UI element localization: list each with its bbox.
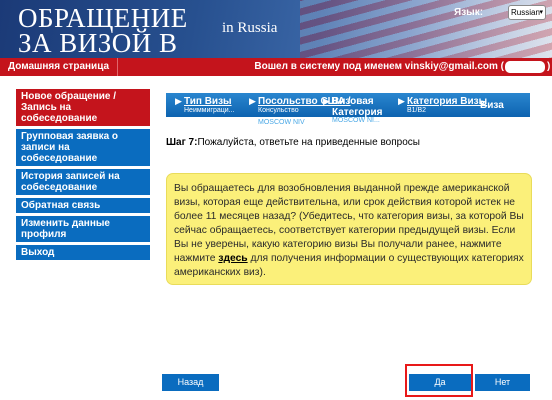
- chevron-right-icon: ▶: [323, 96, 330, 106]
- step-name: Виза: [480, 100, 504, 111]
- question-step-number: Шаг 7:: [166, 137, 198, 148]
- top-nav-bar: Домашняя страница Вошел в систему под им…: [0, 58, 552, 76]
- question-text: Пожалуйста, ответьте на приведенные вопр…: [197, 137, 420, 148]
- yes-button-highlight: [405, 364, 473, 397]
- logged-in-status: Вошел в систему под именем vinskiy@gmail…: [254, 61, 504, 72]
- language-select[interactable]: Russian ▾: [508, 5, 546, 20]
- step-value: Неиммиграци...: [184, 107, 235, 114]
- step-value-secondary: MOSCOW NIV: [258, 119, 305, 126]
- step-visa-category[interactable]: ▶ Визовая Категория MOSCOW NI...: [323, 93, 394, 124]
- step-name: Визовая Категория: [332, 96, 383, 118]
- sidebar-item-logout[interactable]: Выход: [16, 245, 150, 260]
- sidebar-item-feedback[interactable]: Обратная связь: [16, 198, 150, 213]
- step-visa-type[interactable]: ▶ Тип Визы Неиммиграци...: [175, 93, 235, 117]
- sidebar-menu: Новое обращение / Запись на собеседовани…: [16, 89, 150, 263]
- step-visa-class[interactable]: ▶ Категория Визы B1/B2: [398, 93, 488, 117]
- header-banner: ОБРАЩЕНИЕ ЗА ВИЗОЙ В США in Russia Язык:…: [0, 0, 552, 58]
- renewal-question-box: Вы обращаетесь для возобновления выданно…: [166, 173, 532, 285]
- chevron-right-icon: ▶: [249, 96, 256, 106]
- chevron-down-icon: ▾: [539, 9, 543, 16]
- step-name: Категория Визы: [407, 96, 488, 107]
- step-name: Тип Визы: [184, 96, 232, 107]
- question-heading: Шаг 7:Пожалуйста, ответьте на приведенны…: [166, 137, 420, 148]
- chevron-right-icon: ▶: [175, 96, 182, 106]
- chevron-right-icon: ▶: [398, 96, 405, 106]
- logged-in-paren: ): [547, 61, 551, 72]
- step-value: MOSCOW NI...: [332, 117, 380, 124]
- progress-steps: ▶ Тип Визы Неиммиграци... ▶ Посольство С…: [166, 93, 530, 126]
- sidebar-item-new-application[interactable]: Новое обращение / Запись на собеседовани…: [16, 89, 150, 126]
- site-title: ОБРАЩЕНИЕ ЗА ВИЗОЙ В США: [18, 6, 188, 58]
- step-value: B1/B2: [407, 107, 427, 114]
- sidebar-item-history[interactable]: История записей на собеседование: [16, 169, 150, 195]
- sidebar-item-group-application[interactable]: Групповая заявка о записи на собеседован…: [16, 129, 150, 166]
- language-select-value: Russian: [511, 8, 540, 17]
- back-button[interactable]: Назад: [162, 374, 219, 391]
- site-subtitle: in Russia: [222, 20, 278, 36]
- notice-text-before: Вы обращаетесь для возобновления выданно…: [174, 183, 524, 264]
- no-button[interactable]: Нет: [475, 374, 530, 391]
- redacted-name-box: [505, 61, 545, 73]
- visa-categories-info-link[interactable]: здесь: [218, 253, 247, 264]
- language-label: Язык:: [454, 7, 484, 18]
- sidebar-item-edit-profile[interactable]: Изменить данные профиля: [16, 216, 150, 242]
- home-link[interactable]: Домашняя страница: [0, 58, 119, 76]
- step-visa: Виза: [480, 93, 504, 117]
